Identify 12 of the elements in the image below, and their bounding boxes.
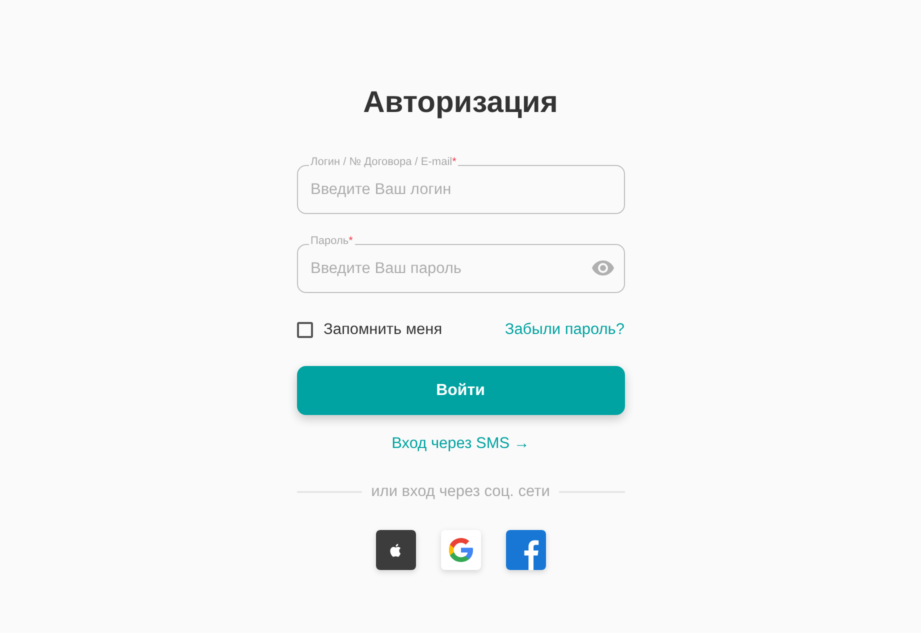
page-title: Авторизация (362, 85, 559, 121)
sms-login-link[interactable]: Вход через SMS → (392, 435, 530, 453)
divider-label: или вход через соц. сети (371, 483, 550, 501)
facebook-icon[interactable] (506, 530, 546, 570)
password-field[interactable]: Введите Ваш пароль (296, 244, 624, 293)
login-button[interactable]: Войти (296, 366, 624, 415)
apple-icon[interactable] (376, 530, 416, 570)
field-label: Логин / № Договора / E-mail* (308, 155, 458, 169)
remember-checkbox[interactable] (296, 322, 312, 338)
forgot-password-link[interactable]: Забыли пароль? (504, 321, 624, 339)
remember-label: Запомнить меня (324, 321, 442, 339)
field-label: Пароль* (308, 234, 355, 248)
